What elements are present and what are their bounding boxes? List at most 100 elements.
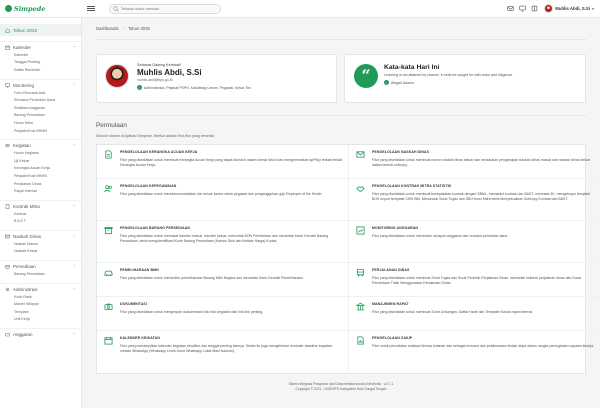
check-icon: ✓ bbox=[383, 80, 389, 85]
sidebar-item[interactable]: Honor Kegiatan bbox=[0, 149, 81, 157]
sidebar-item[interactable]: Honor Mitra bbox=[0, 119, 81, 127]
feature-card[interactable]: PENGELOLAAN BARANG PERSEDIAAN Fitur yang … bbox=[97, 221, 349, 263]
home-icon bbox=[5, 27, 10, 33]
sidebar-section-monitoring: Monitoring ⌃ Form Rencana Aksi Rencana P… bbox=[0, 78, 81, 135]
breadcrumb-home[interactable]: Dashboards bbox=[96, 26, 119, 31]
sidebar-section-header[interactable]: Kegiatan ⌃ bbox=[0, 139, 81, 149]
sidebar-year-label: Tahun 2025 bbox=[13, 27, 38, 33]
sidebar-item[interactable]: Realisasi Anggaran bbox=[0, 104, 81, 112]
chevron-up-icon: ⌃ bbox=[72, 45, 76, 50]
user-menu[interactable]: Muhlis Abdi, S.Si ▾ bbox=[544, 4, 594, 13]
feature-title: PENGELOLAAN KONTRAK MITRA STATISTIK bbox=[372, 184, 452, 188]
sidebar-section-header[interactable]: Persediaan ⌃ bbox=[0, 260, 81, 270]
chevron-up-icon: ⌃ bbox=[72, 234, 76, 240]
feature-card[interactable]: PENGELOLAAN NASKAH DINAS Fitur yang dised… bbox=[349, 145, 600, 179]
welcome-name: Muhlis Abdi, S.Si bbox=[137, 68, 202, 77]
feature-card[interactable]: PERJALANAN DINAS Fitur yang disediakan un… bbox=[349, 263, 600, 297]
feature-description: Fitur yang disediakan untuk memonitor se… bbox=[372, 234, 509, 238]
sidebar-item[interactable]: Kontrak bbox=[0, 210, 81, 218]
feature-card[interactable]: PENGELOLAAN KONTRAK MITRA STATISTIK Fitur… bbox=[349, 179, 600, 221]
gear-icon bbox=[5, 287, 10, 292]
sidebar-item[interactable]: Rencana Penarikan Dana bbox=[0, 96, 81, 104]
sidebar-item[interactable]: Daftar Reminder bbox=[0, 66, 81, 74]
sidebar-item[interactable]: Tanggal Penting bbox=[0, 59, 81, 67]
sidebar-item[interactable]: Unit Kerja bbox=[0, 316, 81, 324]
sidebar-item[interactable]: Perjadin/Kost BHMN bbox=[0, 127, 81, 135]
brand[interactable]: Simpede bbox=[0, 5, 82, 13]
feature-card[interactable]: DOKUMENTASI Fitur yang disediakan untuk m… bbox=[97, 297, 349, 331]
quote-card: “ Kata-kata Hari Ini Learning is not att… bbox=[343, 54, 586, 103]
search-input[interactable] bbox=[121, 6, 216, 11]
sidebar-item[interactable]: Rapat Internal bbox=[0, 187, 81, 195]
top-bar: Simpede Muhlis Abdi, S.Si ▾ bbox=[0, 0, 600, 18]
notifications-icon[interactable] bbox=[506, 5, 514, 13]
sidebar-item[interactable]: Kerangka Acuan Kerja bbox=[0, 165, 81, 173]
feature-title: PENGELOLAAN BARANG PERSEDIAAN bbox=[120, 226, 190, 230]
search-box[interactable] bbox=[109, 3, 221, 14]
sidebar-item[interactable]: Perjalanan Dinas bbox=[0, 180, 81, 188]
feature-card[interactable]: KALENDER KEGIATAN Fitur yang menampilkan … bbox=[97, 331, 349, 373]
feature-title: PEMELIHARAAN BMN bbox=[120, 268, 159, 272]
sidebar-section-header[interactable]: Kalender ⌃ bbox=[0, 41, 81, 51]
feature-description: Fitur yang disediakan untuk mendokumenta… bbox=[120, 192, 323, 196]
sidebar-item[interactable]: Naskah Masuk bbox=[0, 240, 81, 248]
sidebar-item-year[interactable]: Tahun 2025 bbox=[0, 24, 81, 36]
quote-author: ✓ Abigail Adams bbox=[383, 80, 513, 85]
welcome-greeting: Selamat Datang Kembali! bbox=[137, 62, 182, 67]
sidebar-section-title: Persediaan bbox=[13, 264, 36, 270]
sidebar-item[interactable]: Barang Persediaan bbox=[0, 270, 81, 278]
sidebar-section-title: Kontrak Mitra bbox=[13, 203, 40, 209]
sidebar-item[interactable]: Uji Keluar bbox=[0, 157, 81, 165]
bus-icon bbox=[355, 268, 366, 279]
feature-card[interactable]: PENGELOLAAN KERANGKA ACUAN KERJA Fitur ya… bbox=[97, 145, 349, 179]
building-icon bbox=[355, 302, 366, 313]
footer-copyright: Copyright © 2021 - 2025 BPS Kabupaten Hu… bbox=[295, 387, 387, 392]
feature-description: Fitur yang disediakan untuk membuat Sura… bbox=[372, 310, 534, 314]
sidebar-item[interactable]: B A S T bbox=[0, 218, 81, 226]
feature-card[interactable]: PEMELIHARAAN BMN Fitur yang disediakan un… bbox=[97, 263, 349, 297]
sidebar-item[interactable]: Template bbox=[0, 308, 81, 316]
sidebar-item[interactable]: Perjadin/Kost BHMN bbox=[0, 172, 81, 180]
sidebar-section-header[interactable]: Anggaran ⌃ bbox=[0, 328, 81, 338]
sidebar-section-header[interactable]: Naskah Dinas ⌃ bbox=[0, 230, 81, 240]
sidebar-section-administrasi: Administrasi ⌃ Kode Rank Master Wilayah … bbox=[0, 282, 81, 324]
sidebar-item[interactable]: Kode Rank bbox=[0, 293, 81, 301]
list-icon bbox=[5, 144, 10, 148]
feature-description: Fitur yang disediakan untuk memonitor pe… bbox=[120, 276, 304, 280]
brand-name: Simpede bbox=[14, 4, 46, 13]
sidebar-section-title: Anggaran bbox=[13, 332, 33, 338]
sidebar-item[interactable]: Naskah Keluar bbox=[0, 248, 81, 256]
feature-description: Fitur yang disediakan untuk membuat Sura… bbox=[372, 276, 581, 286]
feature-description: Fitur yang disediakan untuk menyimpan do… bbox=[120, 310, 264, 314]
search-icon bbox=[113, 5, 119, 12]
feature-card[interactable]: PENGELOLAAN KEPEGAWAIAN Fitur yang disedi… bbox=[97, 179, 349, 221]
chevron-up-icon: ⌃ bbox=[72, 264, 76, 270]
sidebar-section-anggaran: Anggaran ⌃ bbox=[0, 328, 81, 338]
avatar bbox=[105, 64, 129, 88]
feature-title: DOKUMENTASI bbox=[120, 302, 147, 306]
feature-description: Fitur untuk pencatatan realisasi kinerja… bbox=[372, 344, 595, 348]
feature-title: PENGELOLAAN NASKAH DINAS bbox=[372, 150, 430, 154]
sidebar-section-kegiatan: Kegiatan ⌃ Honor Kegiatan Uji Keluar Ker… bbox=[0, 139, 81, 195]
feature-card[interactable]: PENGELOLAAN SAKIP Fitur untuk pencatatan … bbox=[349, 331, 600, 373]
sidebar-section-header[interactable]: Administrasi ⌃ bbox=[0, 282, 81, 293]
feature-card[interactable]: MONITORING ANGGARAN Fitur yang disediakan… bbox=[349, 221, 600, 263]
sidebar-section-header[interactable]: Monitoring ⌃ bbox=[0, 78, 81, 89]
quote-title: Kata-kata Hari Ini bbox=[383, 64, 440, 71]
theme-icon[interactable] bbox=[530, 5, 538, 13]
monitor-icon[interactable] bbox=[518, 5, 526, 13]
menu-toggle-button[interactable] bbox=[87, 4, 97, 14]
mail-icon bbox=[5, 234, 10, 239]
quote-icon: “ bbox=[353, 64, 378, 88]
sidebar-item[interactable]: Kalender bbox=[0, 51, 81, 59]
feature-description: Fitur yang disediakan untuk mencatat tra… bbox=[120, 234, 329, 244]
sidebar-section-persediaan: Persediaan ⌃ Barang Persediaan bbox=[0, 260, 81, 278]
sidebar-section-kontrak-mitra: Kontrak Mitra ⌃ Kontrak B A S T bbox=[0, 199, 81, 226]
sidebar-item[interactable]: Master Wilayah bbox=[0, 300, 81, 308]
sidebar-item[interactable]: Form Rencana Aksi bbox=[0, 89, 81, 97]
contract-icon bbox=[5, 204, 10, 209]
sidebar-item[interactable]: Barang Persediaan bbox=[0, 112, 81, 120]
feature-card[interactable]: MANAJEMEN RAPAT Fitur yang disediakan unt… bbox=[349, 297, 600, 331]
feature-description: Fitur yang menampilkan kalender kegiatan… bbox=[120, 344, 333, 354]
sidebar-section-header[interactable]: Kontrak Mitra ⌃ bbox=[0, 199, 81, 210]
